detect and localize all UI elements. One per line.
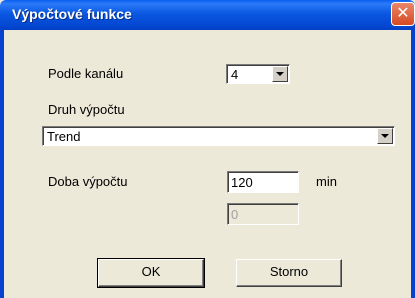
close-button[interactable]: ✕ <box>391 2 415 26</box>
close-icon: ✕ <box>396 5 410 22</box>
title-bar: Výpočtové funkce ✕ <box>0 0 415 30</box>
channel-dropdown-button[interactable] <box>272 66 288 82</box>
chevron-down-icon <box>381 134 389 138</box>
channel-select[interactable]: 4 <box>226 64 290 84</box>
calc-type-select-value: Trend <box>47 129 81 144</box>
chevron-down-icon <box>276 72 284 76</box>
calc-type-select[interactable]: Trend <box>42 126 395 146</box>
duration-label: Doba výpočtu <box>48 174 128 189</box>
duration-unit: min <box>316 174 337 189</box>
window-title: Výpočtové funkce <box>12 6 132 22</box>
channel-select-value: 4 <box>231 67 239 82</box>
window-frame-right <box>411 30 415 298</box>
calc-type-dropdown-button[interactable] <box>377 128 393 144</box>
duration-input-value: 120 <box>231 175 253 190</box>
duration-input[interactable]: 120 <box>227 171 299 193</box>
secondary-duration-input-value: 0 <box>231 207 239 222</box>
ok-button[interactable]: OK <box>97 258 205 288</box>
secondary-duration-input: 0 <box>227 203 299 225</box>
channel-label: Podle kanálu <box>48 66 124 81</box>
window-frame-left <box>0 30 4 298</box>
cancel-button[interactable]: Storno <box>236 259 342 287</box>
calc-type-label: Druh výpočtu <box>48 102 125 117</box>
